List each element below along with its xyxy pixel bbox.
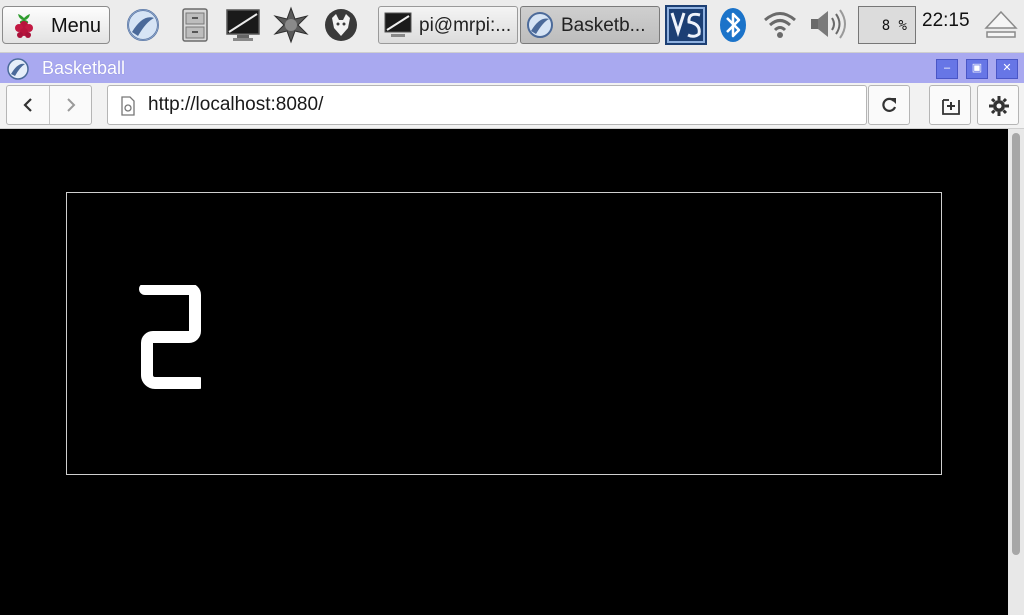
menu-button[interactable]: Menu: [2, 6, 110, 44]
cpu-usage-value: 8 %: [881, 18, 907, 34]
cpu-monitor[interactable]: 8 %: [858, 6, 916, 44]
minimize-icon: –: [943, 62, 951, 74]
web-browser-icon: [527, 12, 553, 38]
task-basketball[interactable]: Basketb...: [520, 6, 660, 44]
gear-icon: [989, 96, 1009, 116]
reload-button[interactable]: [868, 85, 910, 125]
minimize-button[interactable]: –: [936, 59, 958, 79]
taskbar: Menu pi@mrpi:... Basketb... 8 % 22:15: [0, 0, 1024, 53]
close-icon: ✕: [1002, 62, 1012, 74]
menu-label: Menu: [51, 15, 102, 37]
math-kernel-icon[interactable]: [272, 6, 310, 44]
chevron-right-icon: [67, 98, 76, 112]
terminal-icon[interactable]: [224, 6, 262, 44]
url-text: http://localhost:8080/: [148, 94, 324, 115]
clock[interactable]: 22:15: [922, 10, 970, 48]
scrollbar-thumb[interactable]: [1012, 133, 1020, 555]
new-tab-icon: [942, 99, 960, 115]
scoreboard: 2: [66, 192, 942, 475]
address-bar[interactable]: http://localhost:8080/: [107, 85, 867, 125]
raspberry-pi-icon: [15, 14, 33, 38]
task-basketball-label: Basketb...: [561, 15, 646, 36]
reload-icon: [882, 97, 897, 112]
wolfram-icon[interactable]: [322, 6, 360, 44]
page-icon: [121, 96, 135, 116]
settings-button[interactable]: [977, 85, 1019, 125]
task-terminal-label: pi@mrpi:...: [419, 15, 512, 36]
web-browser-icon: [7, 58, 29, 80]
score-digit: 2: [139, 285, 201, 389]
terminal-icon: [384, 12, 412, 37]
wifi-icon[interactable]: [762, 9, 798, 47]
window-titlebar[interactable]: Basketball – ▣ ✕: [0, 53, 1024, 83]
web-browser-icon[interactable]: [124, 6, 162, 44]
close-button[interactable]: ✕: [996, 59, 1018, 79]
browser-toolbar: http://localhost:8080/: [0, 83, 1024, 129]
task-terminal[interactable]: pi@mrpi:...: [378, 6, 518, 44]
file-manager-icon[interactable]: [176, 6, 214, 44]
new-tab-button[interactable]: [929, 85, 971, 125]
maximize-icon: ▣: [971, 62, 983, 74]
chevron-left-icon: [23, 98, 32, 112]
vertical-scrollbar[interactable]: [1008, 129, 1024, 615]
volume-icon[interactable]: [808, 8, 848, 46]
maximize-button[interactable]: ▣: [966, 59, 988, 79]
bluetooth-icon[interactable]: [718, 7, 748, 45]
eject-icon[interactable]: [984, 6, 1018, 42]
forward-button[interactable]: [50, 86, 92, 124]
vnc-icon[interactable]: [664, 4, 708, 45]
window-title: Basketball: [42, 58, 126, 78]
page-viewport: 2: [0, 129, 1008, 615]
back-button[interactable]: [7, 86, 49, 124]
navigation-group: [6, 85, 92, 125]
